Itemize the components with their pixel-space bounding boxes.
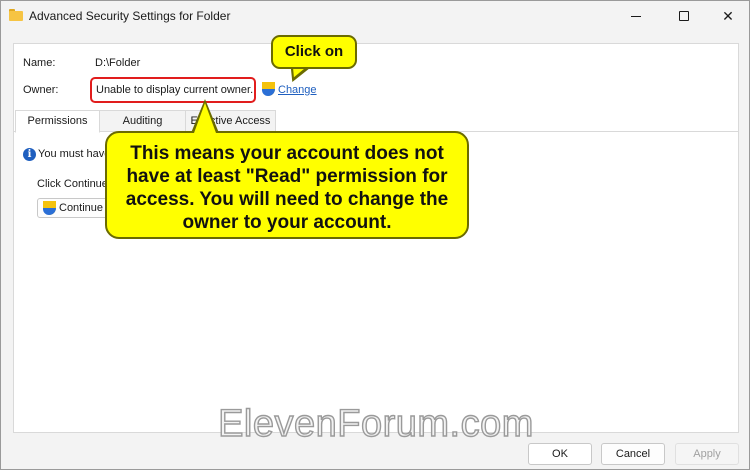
cancel-button[interactable]: Cancel [601, 443, 665, 465]
minimize-button[interactable] [613, 1, 659, 31]
apply-button[interactable]: Apply [675, 443, 739, 465]
ok-button[interactable]: OK [528, 443, 592, 465]
info-message: You must have [38, 148, 111, 160]
close-button[interactable]: ✕ [705, 1, 750, 31]
continue-button[interactable]: Continue [37, 198, 113, 218]
continue-button-label: Continue [59, 202, 104, 214]
watermark: ElevenForum.com [217, 402, 534, 445]
click-continue-text: Click Continue [37, 178, 108, 190]
callout-explanation: This means your account does not have at… [105, 131, 469, 239]
maximize-icon [679, 11, 689, 21]
dialog-window: Advanced Security Settings for Folder ✕ … [0, 0, 750, 470]
name-value: D:\Folder [95, 57, 141, 69]
callout-click-on-text: Click on [284, 43, 344, 60]
callout-explanation-text: This means your account does not have at… [125, 143, 449, 233]
change-owner-link[interactable]: Change [278, 84, 317, 96]
tab-bar: Permissions Auditing Effective Access [14, 110, 738, 133]
uac-shield-icon [43, 201, 56, 215]
minimize-icon [631, 16, 641, 17]
folder-icon [9, 9, 23, 21]
callout-click-on: Click on [271, 35, 357, 69]
maximize-button[interactable] [661, 1, 707, 31]
tab-permissions[interactable]: Permissions [15, 110, 100, 133]
name-label: Name: [23, 57, 56, 69]
close-icon: ✕ [722, 8, 734, 24]
tab-auditing[interactable]: Auditing [100, 110, 186, 132]
owner-value: Unable to display current owner. [96, 84, 254, 96]
uac-shield-icon [262, 82, 275, 96]
title-bar: Advanced Security Settings for Folder ✕ [1, 1, 749, 31]
info-icon: i [23, 148, 36, 161]
owner-label: Owner: [23, 84, 59, 96]
window-title: Advanced Security Settings for Folder [29, 9, 231, 23]
callout-explanation-pointer-fill [194, 103, 216, 133]
